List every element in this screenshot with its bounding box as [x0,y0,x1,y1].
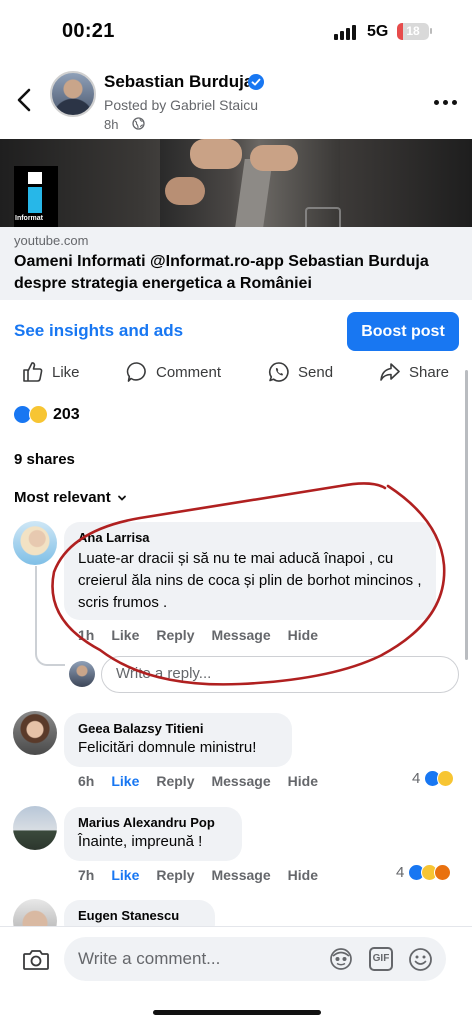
share-arrow-icon [380,363,400,381]
link-card[interactable]: youtube.com Oameni Informati @Informat.r… [0,227,472,300]
sort-label: Most relevant [14,489,111,506]
commenter-avatar[interactable] [13,711,57,755]
network-type: 5G [367,23,389,40]
comment-author[interactable]: Geea Balazsy Titieni [78,721,278,736]
cellular-signal-icon [334,24,360,40]
reaction-count: 203 [53,406,80,423]
angry-reaction-icon [434,864,452,881]
commenter-avatar[interactable] [13,521,57,565]
commenter-avatar[interactable] [13,806,57,850]
emoji-icon[interactable] [408,947,433,972]
comment-text: Felicitări domnule ministru! [78,739,257,756]
comment-like-button[interactable]: Like [111,627,139,643]
back-arrow-icon[interactable] [14,88,36,112]
post-time[interactable]: 8h [104,117,118,132]
comment-reactions[interactable]: 4 [396,864,452,881]
comment-message-button[interactable]: Message [211,773,270,789]
whatsapp-icon [268,362,289,382]
see-insights-link[interactable]: See insights and ads [14,321,183,341]
comment-like-button[interactable]: Like [111,867,139,883]
share-label: Share [409,363,450,381]
video-thumbnail-hand [190,139,242,169]
home-indicator [153,1010,321,1015]
shares-count[interactable]: 9 shares [14,451,75,468]
comment-reply-button[interactable]: Reply [156,773,194,789]
reply-avatar [69,661,95,687]
comment-time: 7h [78,867,95,883]
comment-actions: 7h Like Reply Message Hide [78,867,335,883]
informat-logo: Informat [14,166,58,227]
send-button[interactable]: Send [268,356,333,388]
comment-author[interactable]: Ana Larrisa [78,530,422,545]
action-bar: Like Comment Send Share [0,356,472,388]
comment-reply-button[interactable]: Reply [156,867,194,883]
comment-time: 6h [78,773,95,789]
like-label: Like [52,363,80,381]
comment-input[interactable]: Write a comment... GIF [64,937,446,981]
comment-text: Înainte, impreună ! [78,833,203,850]
comment-hide-button[interactable]: Hide [288,773,318,789]
sort-dropdown[interactable]: Most relevant [14,489,127,506]
post-header: Sebastian Burduja Posted by Gabriel Stai… [0,60,472,138]
comment-bubble[interactable]: Ana Larrisa Luate-ar dracii și să nu te … [64,522,436,620]
comment-button[interactable]: Comment [126,356,221,388]
video-thumbnail-hand [165,177,205,205]
comment-actions: 1h Like Reply Message Hide [78,627,335,643]
comment-composer: Write a comment... GIF [0,926,472,1024]
globe-icon [132,117,145,130]
comment-label: Comment [156,363,222,381]
status-time: 00:21 [62,20,115,42]
like-button[interactable]: Like [22,356,80,388]
comment-reactions[interactable]: 4 [412,770,455,787]
comment-reply-button[interactable]: Reply [156,627,194,643]
page-name[interactable]: Sebastian Burduja [104,72,253,92]
share-button[interactable]: Share [379,356,449,388]
haha-reaction-icon [29,405,48,424]
link-preview-image[interactable]: Informat [0,139,472,227]
comment-reaction-count: 4 [396,864,405,881]
send-label: Send [298,363,334,381]
more-options-icon[interactable] [434,100,458,106]
comment-message-button[interactable]: Message [211,627,270,643]
chevron-down-icon [117,495,126,501]
verified-badge-icon [248,74,264,90]
comment-hide-button[interactable]: Hide [288,627,318,643]
comment-author[interactable]: Eugen Stanescu [78,908,201,923]
comment-like-button[interactable]: Like [111,773,139,789]
battery-icon: 18 [397,23,429,40]
gif-icon[interactable]: GIF [369,947,393,971]
reply-input[interactable]: Write a reply... [101,656,459,693]
link-title: Oameni Informati @Informat.ro-app Sebast… [14,253,429,292]
battery-percent: 18 [406,24,420,38]
comment-reaction-count: 4 [412,770,421,787]
scrollbar[interactable] [465,370,468,660]
link-domain: youtube.com [14,233,89,248]
page-avatar[interactable] [50,71,96,117]
video-thumbnail-glass [305,207,341,227]
video-thumbnail-hand [250,145,298,171]
comment-bubble[interactable]: Geea Balazsy Titieni Felicitări domnule … [64,713,292,767]
comment-author[interactable]: Marius Alexandru Pop [78,815,228,830]
haha-reaction-icon [437,770,455,787]
boost-post-button[interactable]: Boost post [347,312,459,351]
comment-time: 1h [78,627,95,643]
comment-hide-button[interactable]: Hide [288,867,318,883]
camera-icon[interactable] [22,948,50,972]
comment-placeholder: Write a comment... [78,949,221,968]
comment-message-button[interactable]: Message [211,867,270,883]
comment-actions: 6h Like Reply Message Hide [78,773,335,789]
posted-by: Posted by Gabriel Staicu [104,97,259,113]
informat-logo-text: Informat [15,215,43,222]
comment-text: Luate-ar dracii și să nu te mai aducă în… [78,550,422,611]
avatar-sticker-icon[interactable] [328,946,354,972]
status-bar: 00:21 5G 18 [0,0,472,60]
comment-bubble[interactable]: Marius Alexandru Pop Înainte, impreună ! [64,807,242,861]
thumbs-up-icon [23,362,43,382]
reply-thread-line [35,566,65,666]
comment-bubble-icon [126,362,146,382]
battery-cap [430,28,432,34]
